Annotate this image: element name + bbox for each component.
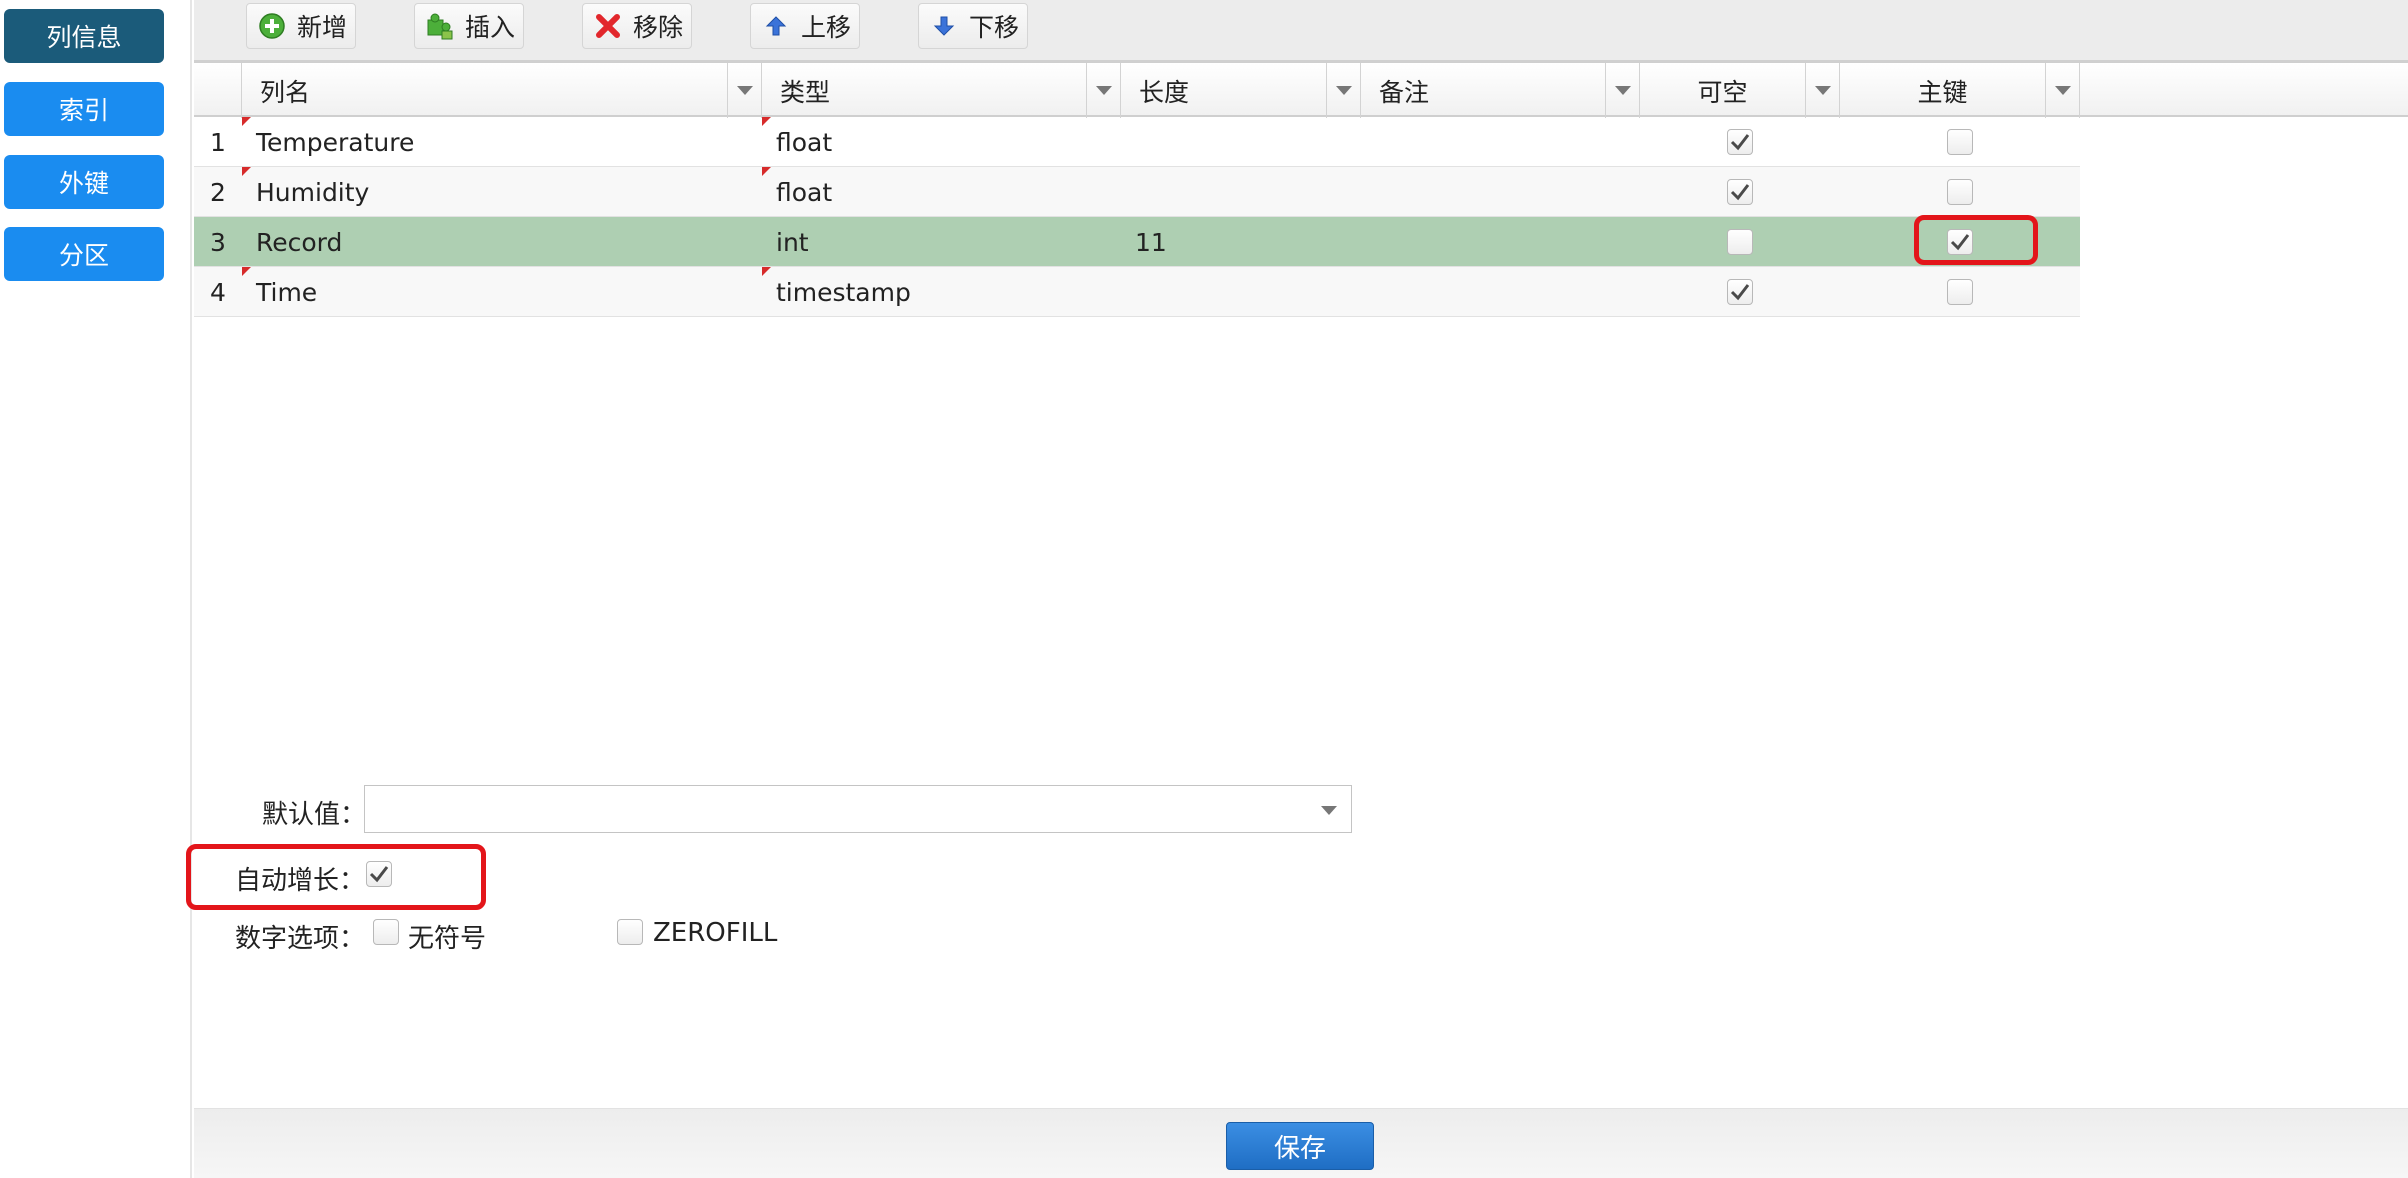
move-up-button-label: 上移 [801,13,852,42]
header-column-type-label: 类型 [780,77,831,107]
chevron-down-icon[interactable] [1605,63,1639,118]
table-row[interactable]: 1 Temperature float [194,117,2080,167]
row-number: 1 [210,127,226,157]
column-type-cell[interactable]: float [776,117,832,167]
chevron-down-icon[interactable] [2045,63,2079,118]
column-type-cell[interactable]: timestamp [776,267,911,317]
move-down-button[interactable]: 下移 [918,3,1028,49]
table-row[interactable]: 4 Time timestamp [194,267,2080,317]
nullable-cell [1727,167,1753,217]
arrow-up-icon [761,11,791,41]
nullable-cell [1727,267,1753,317]
primary-key-cell [1947,267,1973,317]
chevron-down-icon[interactable] [1326,63,1360,118]
row-number: 4 [210,277,226,307]
modified-marker [762,167,771,176]
column-name-cell[interactable]: Time [256,267,317,317]
column-type-cell[interactable]: float [776,167,832,217]
modified-marker [242,167,251,176]
header-column-primary-key-label: 主键 [1917,77,1968,107]
primary-key-checkbox[interactable] [1947,279,1973,305]
column-name-cell[interactable]: Record [256,217,342,267]
header-column-comment[interactable]: 备注 [1361,63,1640,118]
primary-key-checkbox[interactable] [1947,179,1973,205]
toolbar: 新增 插入 移除 上移 下移 [194,0,2408,62]
chevron-down-icon[interactable] [1086,63,1120,118]
arrow-down-icon [929,11,959,41]
primary-key-checkbox[interactable] [1947,129,1973,155]
add-button[interactable]: 新增 [246,3,356,49]
column-length-cell[interactable]: 11 [1135,217,1167,267]
table-designer: 列信息 索引 外键 分区 新增 插入 移除 上移 下移 列名 类型 长度 备注 … [0,0,2408,1178]
nullable-checkbox[interactable] [1727,129,1753,155]
table-row[interactable]: 2 Humidity float [194,167,2080,217]
modified-marker [242,267,251,276]
save-button[interactable]: 保存 [1226,1122,1374,1170]
header-column-type[interactable]: 类型 [762,63,1121,118]
default-value-combobox[interactable] [364,785,1352,833]
chevron-down-icon[interactable] [1805,63,1839,118]
zerofill-label: ZEROFILL [653,918,778,948]
modified-marker [762,267,771,276]
primary-key-cell [1947,117,1973,167]
row-number: 2 [210,177,226,207]
remove-button-label: 移除 [633,13,684,42]
insert-button-label: 插入 [465,13,516,42]
row-number: 3 [210,227,226,257]
sidebar: 列信息 索引 外键 分区 [0,0,192,1178]
modified-marker [762,117,771,126]
sidebar-item-columns[interactable]: 列信息 [4,9,164,63]
remove-button[interactable]: 移除 [582,3,692,49]
nullable-checkbox[interactable] [1727,179,1753,205]
nullable-cell [1727,117,1753,167]
header-column-name-label: 列名 [260,77,311,107]
auto-increment-highlight-box [186,844,486,910]
unsigned-checkbox[interactable] [373,919,399,945]
column-name-cell[interactable]: Temperature [256,117,414,167]
plus-circle-icon [257,11,287,41]
move-down-button-label: 下移 [969,13,1020,42]
default-value-label: 默认值： [262,800,367,830]
header-row-number [194,63,242,118]
column-type-cell[interactable]: int [776,217,809,267]
sidebar-item-foreign-keys[interactable]: 外键 [4,155,164,209]
sidebar-item-partitions[interactable]: 分区 [4,227,164,281]
header-column-name[interactable]: 列名 [242,63,762,118]
puzzle-icon [425,11,455,41]
nullable-checkbox[interactable] [1727,229,1753,255]
nullable-cell [1727,217,1753,267]
column-name-cell[interactable]: Humidity [256,167,369,217]
checkmark-icon [1730,184,1750,201]
red-x-icon [593,11,623,41]
chevron-down-icon[interactable] [727,63,761,118]
chevron-down-icon[interactable] [1321,806,1337,815]
table-row-selected[interactable]: 3 Record int 11 [194,217,2080,267]
unsigned-label: 无符号 [408,924,487,954]
add-button-label: 新增 [297,13,348,42]
checkmark-icon [1730,134,1750,151]
insert-button[interactable]: 插入 [414,3,524,49]
move-up-button[interactable]: 上移 [750,3,860,49]
numeric-options-label: 数字选项： [235,924,366,954]
checkmark-icon [1730,284,1750,301]
nullable-checkbox[interactable] [1727,279,1753,305]
primary-key-cell [1947,167,1973,217]
grid-header: 列名 类型 长度 备注 可空 主键 [194,62,2408,118]
header-column-length[interactable]: 长度 [1121,63,1361,118]
header-column-comment-label: 备注 [1379,77,1430,107]
header-column-length-label: 长度 [1139,77,1190,107]
primary-key-highlight-box [1914,215,2038,265]
header-column-primary-key[interactable]: 主键 [1840,63,2080,118]
header-column-nullable[interactable]: 可空 [1640,63,1840,118]
modified-marker [242,117,251,126]
sidebar-item-indexes[interactable]: 索引 [4,82,164,136]
zerofill-checkbox[interactable] [617,919,643,945]
